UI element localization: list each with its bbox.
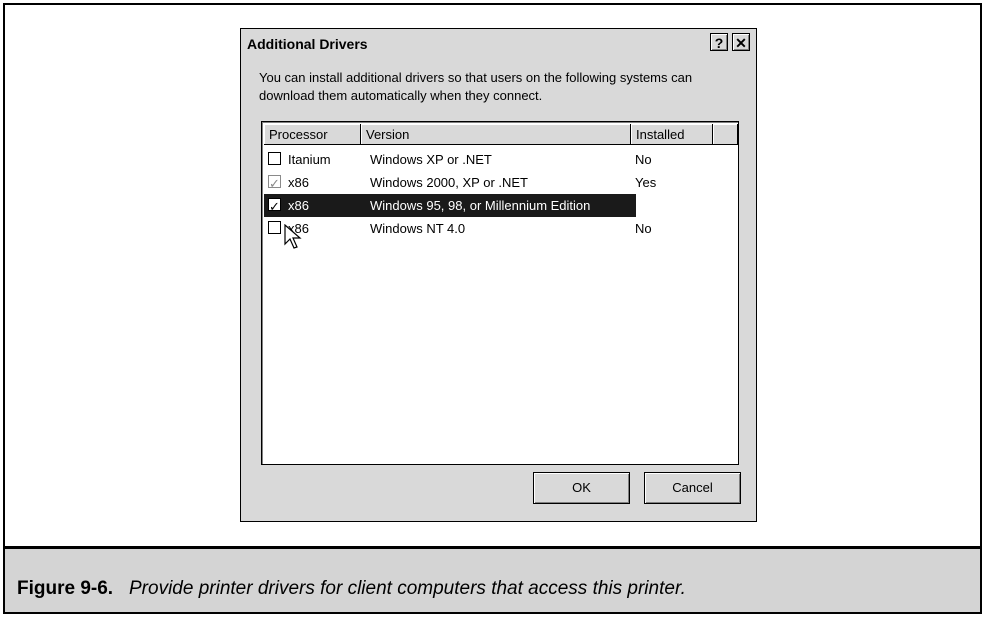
checkbox[interactable]	[268, 172, 281, 195]
installed-cell: Yes	[635, 175, 657, 190]
installed-cell: No	[635, 152, 652, 167]
version-cell: Windows XP or .NET	[370, 152, 492, 167]
checkbox[interactable]	[268, 221, 281, 234]
version-cell: Windows 95, 98, or Millennium Edition	[370, 198, 591, 213]
list-item[interactable]: Itanium Windows XP or .NET No	[264, 148, 652, 171]
checkbox[interactable]	[268, 152, 281, 165]
column-header-filler	[713, 124, 738, 145]
mouse-pointer-icon	[284, 224, 302, 249]
list-item[interactable]: x86 Windows 2000, XP or .NET Yes	[264, 171, 656, 195]
title-bar: Additional Drivers ? ✕	[243, 31, 754, 57]
version-cell: Windows 2000, XP or .NET	[370, 175, 528, 190]
additional-drivers-dialog: Additional Drivers ? ✕ You can install a…	[240, 28, 757, 522]
list-item[interactable]: x86 Windows NT 4.0 No	[264, 217, 652, 240]
cancel-button[interactable]: Cancel	[644, 472, 741, 504]
list-header: Processor Version Installed	[264, 124, 738, 145]
processor-cell: x86	[288, 175, 309, 190]
ok-button[interactable]: OK	[533, 472, 630, 504]
processor-cell: x86	[288, 198, 309, 213]
figure-number: Figure 9-6.	[17, 578, 114, 599]
column-header-processor[interactable]: Processor	[264, 124, 361, 145]
version-cell: Windows NT 4.0	[370, 221, 466, 236]
checkbox[interactable]	[268, 195, 281, 218]
column-header-installed[interactable]: Installed	[631, 124, 713, 145]
caption-band: Figure 9-6. Provide printer drivers for …	[5, 549, 980, 612]
figure-caption: Provide printer drivers for client compu…	[129, 578, 686, 599]
list-item-selected[interactable]: x86 Windows 95, 98, or Millennium Editio…	[264, 194, 652, 218]
column-header-version[interactable]: Version	[361, 124, 631, 145]
dialog-title: Additional Drivers	[247, 36, 368, 52]
installed-cell: No	[635, 221, 652, 236]
help-button[interactable]: ?	[710, 33, 728, 51]
processor-cell: Itanium	[288, 152, 331, 167]
installed-cell: No	[635, 198, 652, 213]
drivers-list[interactable]: Processor Version Installed Itanium Wind…	[261, 121, 739, 465]
dialog-description: You can install additional drivers so th…	[259, 70, 693, 103]
close-button[interactable]: ✕	[732, 33, 750, 51]
